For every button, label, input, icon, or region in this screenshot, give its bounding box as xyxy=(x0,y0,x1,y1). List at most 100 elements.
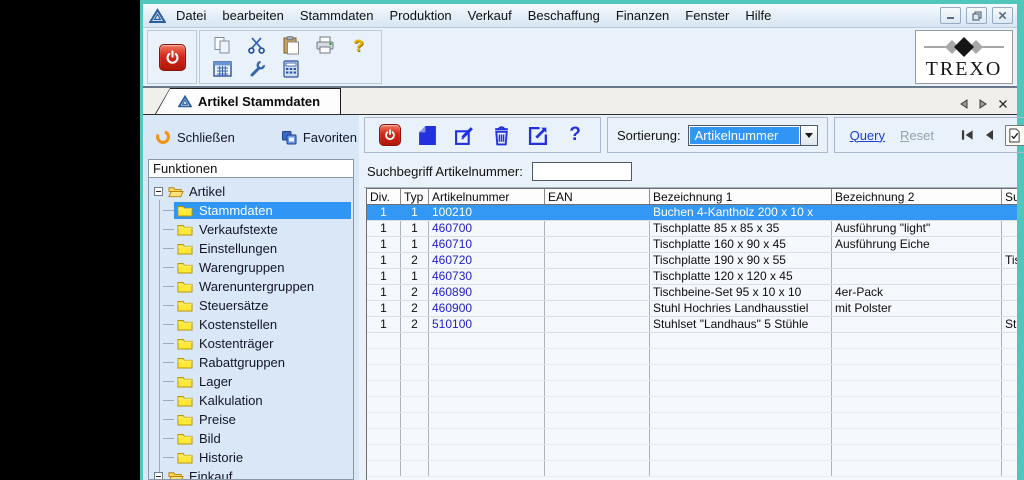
tree-item-kalkulation[interactable]: Kalkulation xyxy=(174,391,351,410)
table-cell xyxy=(832,205,1002,220)
first-record-icon[interactable] xyxy=(961,129,974,141)
collapse-box-icon[interactable] xyxy=(154,472,163,479)
table-cell xyxy=(545,413,650,428)
table-cell xyxy=(1002,429,1017,444)
menu-item-stammdaten[interactable]: Stammdaten xyxy=(292,6,382,25)
paste-button[interactable] xyxy=(280,35,301,56)
tree-item-kostenträger[interactable]: Kostenträger xyxy=(174,334,351,353)
table-row[interactable]: 12510100Stuhlset "Landhaus" 5 StühleStu xyxy=(367,317,1017,333)
delete-record-button[interactable] xyxy=(490,124,512,146)
table-row[interactable]: 12460720Tischplatte 190 x 90 x 55Tis xyxy=(367,253,1017,269)
table-cell: 460720 xyxy=(429,253,545,268)
column-header-ean[interactable]: EAN xyxy=(545,189,650,204)
table-cell xyxy=(1002,221,1017,236)
table-cell xyxy=(545,381,650,396)
sort-dropdown[interactable]: Artikelnummer xyxy=(688,125,818,146)
power-icon xyxy=(384,129,396,141)
close-button[interactable] xyxy=(992,7,1013,24)
table-cell xyxy=(429,333,545,348)
menu-item-bearbeiten[interactable]: bearbeiten xyxy=(214,6,291,25)
restore-button[interactable] xyxy=(966,7,987,24)
sort-label: Sortierung: xyxy=(617,128,681,143)
tree-item-label: Warengruppen xyxy=(199,260,285,275)
new-record-button[interactable] xyxy=(416,124,438,146)
tree-item-einstellungen[interactable]: Einstellungen xyxy=(174,239,351,258)
query-nav-group: Query Reset xyxy=(834,117,1024,153)
tree-item-steuersätze[interactable]: Steuersätze xyxy=(174,296,351,315)
export-record-button[interactable] xyxy=(527,124,549,146)
tab-artikel-stammdaten[interactable]: Artikel Stammdaten xyxy=(155,88,341,114)
table-empty-row xyxy=(367,397,1017,413)
column-header-artikelnummer[interactable]: Artikelnummer xyxy=(429,189,545,204)
table-row[interactable]: 12460890Tischbeine-Set 95 x 10 x 104er-P… xyxy=(367,285,1017,301)
favorites-button[interactable]: Favoriten xyxy=(281,130,357,145)
table-cell xyxy=(650,461,832,476)
article-table: Div.TypArtikelnummerEANBezeichnung 1Beze… xyxy=(366,188,1017,480)
close-record-button[interactable] xyxy=(379,124,401,146)
menu-item-verkauf[interactable]: Verkauf xyxy=(460,6,520,25)
tree-item-historie[interactable]: Historie xyxy=(174,448,351,467)
table-row[interactable]: 11460710Tischplatte 160 x 90 x 45Ausführ… xyxy=(367,237,1017,253)
close-view-button[interactable]: Schließen xyxy=(155,129,235,145)
menu-item-fenster[interactable]: Fenster xyxy=(677,6,737,25)
help-button[interactable]: ? xyxy=(348,35,369,56)
table-cell xyxy=(1002,269,1017,284)
table-cell: 510100 xyxy=(429,317,545,332)
menu-item-finanzen[interactable]: Finanzen xyxy=(608,6,677,25)
print-button[interactable] xyxy=(314,35,335,56)
tree-node-artikel[interactable]: Artikel xyxy=(153,182,351,201)
tools-button[interactable] xyxy=(246,58,267,79)
column-header-bezeichnung-1[interactable]: Bezeichnung 1 xyxy=(650,189,832,204)
menu-item-hilfe[interactable]: Hilfe xyxy=(737,6,779,25)
table-row[interactable]: 11460730Tischplatte 120 x 120 x 45 xyxy=(367,269,1017,285)
tree-item-lager[interactable]: Lager xyxy=(174,372,351,391)
reset-link[interactable]: Reset xyxy=(900,128,934,143)
table-row[interactable]: 11100210Buchen 4-Kantholz 200 x 10 x xyxy=(367,205,1017,221)
table-cell xyxy=(367,397,401,412)
column-header-typ[interactable]: Typ xyxy=(401,189,429,204)
record-help-button[interactable]: ? xyxy=(564,124,586,146)
tree-item-bild[interactable]: Bild xyxy=(174,429,351,448)
minimize-button[interactable] xyxy=(940,7,961,24)
tree-node-einkauf[interactable]: Einkauf xyxy=(153,467,351,479)
tab-scroll-right-icon[interactable] xyxy=(979,99,987,109)
power-button[interactable] xyxy=(159,44,186,71)
tab-close-icon[interactable] xyxy=(998,99,1008,109)
tree-item-kostenstellen[interactable]: Kostenstellen xyxy=(174,315,351,334)
folder-icon xyxy=(177,451,193,464)
toolbar-power-group xyxy=(147,30,197,84)
table-row[interactable]: 11460700Tischplatte 85 x 85 x 35Ausführu… xyxy=(367,221,1017,237)
tree-item-label: Verkaufstexte xyxy=(199,222,278,237)
tree-stub xyxy=(163,362,174,363)
table-cell xyxy=(1002,445,1017,460)
tree-item-warenuntergruppen[interactable]: Warenuntergruppen xyxy=(174,277,351,296)
tree-item-stammdaten[interactable]: Stammdaten xyxy=(174,201,351,220)
confirm-record-button[interactable] xyxy=(1005,125,1024,146)
menu-item-datei[interactable]: Datei xyxy=(168,6,214,25)
tree-item-preise[interactable]: Preise xyxy=(174,410,351,429)
tree-item-verkaufstexte[interactable]: Verkaufstexte xyxy=(174,220,351,239)
tree-connector-line xyxy=(159,200,160,476)
wrench-icon xyxy=(248,60,266,78)
search-input[interactable] xyxy=(532,162,632,181)
calendar-button[interactable] xyxy=(212,58,233,79)
table-cell xyxy=(650,397,832,412)
collapse-box-icon[interactable] xyxy=(154,187,163,196)
folder-icon xyxy=(177,337,193,350)
column-header-div-[interactable]: Div. xyxy=(367,189,401,204)
column-header-su[interactable]: Su xyxy=(1002,189,1017,204)
menu-item-beschaffung[interactable]: Beschaffung xyxy=(520,6,608,25)
tree-item-warengruppen[interactable]: Warengruppen xyxy=(174,258,351,277)
previous-record-icon[interactable] xyxy=(983,129,996,141)
tree-item-rabattgruppen[interactable]: Rabattgruppen xyxy=(174,353,351,372)
column-header-bezeichnung-2[interactable]: Bezeichnung 2 xyxy=(832,189,1002,204)
tab-scroll-left-icon[interactable] xyxy=(960,99,968,109)
table-row[interactable]: 12460900Stuhl Hochries Landhausstielmit … xyxy=(367,301,1017,317)
cut-button[interactable] xyxy=(246,35,267,56)
calculator-button[interactable] xyxy=(280,58,301,79)
copy-button[interactable] xyxy=(212,35,233,56)
menu-item-produktion[interactable]: Produktion xyxy=(382,6,460,25)
edit-record-button[interactable] xyxy=(453,124,475,146)
sort-dropdown-button[interactable] xyxy=(800,126,817,145)
query-link[interactable]: Query xyxy=(850,128,885,143)
